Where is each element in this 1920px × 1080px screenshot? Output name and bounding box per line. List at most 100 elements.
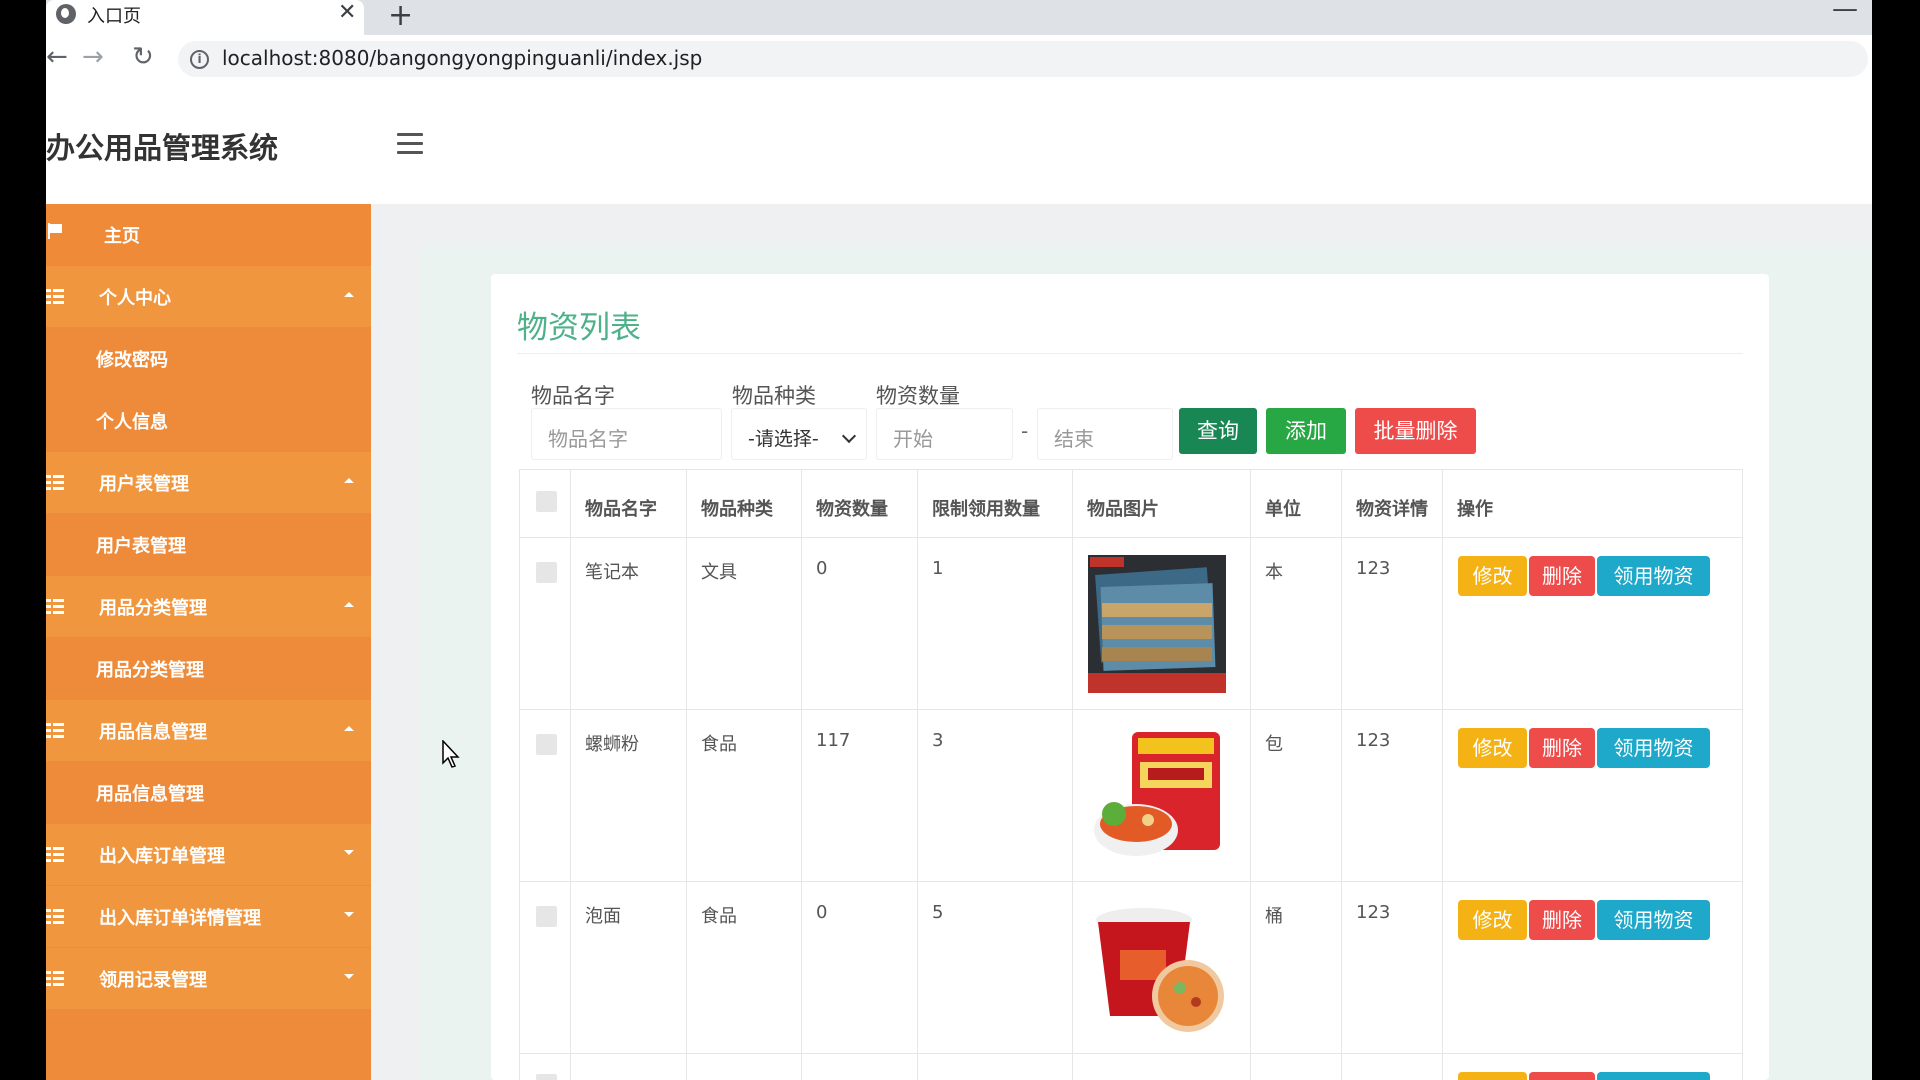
- batch-delete-button[interactable]: 批量删除: [1355, 408, 1476, 454]
- flag-icon: [48, 223, 62, 239]
- column-header: 物资详情: [1356, 499, 1428, 520]
- qty-filter-label: 物资数量: [876, 384, 960, 408]
- cell-name: 泡面: [585, 906, 621, 927]
- edit-button[interactable]: [1458, 1072, 1527, 1080]
- site-info-icon[interactable]: i: [190, 50, 209, 69]
- sidebar-item-home[interactable]: 主页: [46, 204, 371, 265]
- new-tab-button[interactable]: +: [388, 0, 413, 33]
- cell-unit: 本: [1265, 562, 1283, 583]
- range-dash: -: [1021, 419, 1029, 443]
- list-icon: [46, 909, 64, 924]
- caret-up-icon: [344, 602, 354, 607]
- sidebar-item-label: 出入库订单管理: [99, 846, 225, 867]
- sidebar-item-label: 个人中心: [99, 288, 171, 309]
- sidebar-item-personal-center[interactable]: 个人中心: [46, 266, 371, 327]
- list-icon: [46, 971, 64, 986]
- cell-detail: 123: [1356, 558, 1391, 579]
- name-filter-label: 物品名字: [531, 384, 615, 408]
- mouse-cursor-icon: [442, 740, 460, 768]
- cell-name: 笔记本: [585, 562, 639, 583]
- delete-button[interactable]: 删除: [1529, 556, 1595, 596]
- column-header: 物资数量: [816, 499, 888, 520]
- list-icon: [46, 475, 64, 490]
- name-search-input[interactable]: 物品名字: [531, 408, 722, 460]
- use-goods-button[interactable]: 领用物资: [1597, 900, 1710, 940]
- menu-toggle-icon[interactable]: [397, 133, 423, 155]
- sidebar-subitem-label: 用户表管理: [96, 536, 186, 557]
- address-bar[interactable]: i localhost:8080/bangongyongpinguanli/in…: [178, 41, 1868, 77]
- sidebar-item-use-records[interactable]: 领用记录管理: [46, 948, 371, 1009]
- sidebar: 主页 个人中心 修改密码 个人信息 用户表管理 用户表管理 用品分类管理 用品分…: [46, 204, 371, 1080]
- sidebar-item-stock-orders[interactable]: 出入库订单管理: [46, 824, 371, 885]
- select-all-checkbox[interactable]: [536, 491, 557, 512]
- sidebar-subitem-user-table[interactable]: 用户表管理: [46, 513, 371, 575]
- cell-qty: 117: [816, 730, 851, 751]
- sidebar-subitem-label: 用品信息管理: [96, 784, 204, 805]
- qty-end-input[interactable]: 结束: [1037, 408, 1173, 460]
- edit-button[interactable]: 修改: [1458, 556, 1527, 596]
- column-header: 限制领用数量: [932, 499, 1040, 520]
- sidebar-item-label: 用户表管理: [99, 474, 189, 495]
- sidebar-item-category[interactable]: 用品分类管理: [46, 576, 371, 637]
- list-icon: [46, 289, 64, 304]
- goods-table: 物品名字 物品种类 物资数量 限制领用数量 物品图片 单位 物资详情 操作 笔记…: [519, 469, 1743, 1080]
- delete-button[interactable]: 删除: [1529, 900, 1595, 940]
- edit-button[interactable]: 修改: [1458, 728, 1527, 768]
- caret-down-icon: [344, 912, 354, 917]
- use-goods-button[interactable]: 领用物资: [1597, 556, 1710, 596]
- back-icon[interactable]: ←: [46, 42, 68, 72]
- url-text[interactable]: localhost:8080/bangongyongpinguanli/inde…: [222, 46, 702, 70]
- forward-icon[interactable]: →: [82, 42, 104, 72]
- sidebar-subitem-change-password[interactable]: 修改密码: [46, 327, 371, 389]
- sidebar-subitem-category[interactable]: 用品分类管理: [46, 637, 371, 699]
- sidebar-subitem-label: 用品分类管理: [96, 660, 204, 681]
- sidebar-subitem-label: 修改密码: [96, 350, 168, 371]
- cell-type: 食品: [701, 734, 737, 755]
- close-tab-icon[interactable]: ✕: [338, 0, 356, 25]
- app-title: 办公用品管理系统: [46, 131, 279, 165]
- delete-button[interactable]: 删除: [1529, 728, 1595, 768]
- column-header: 物品种类: [701, 499, 773, 520]
- main-area: 物资列表 物品名字 物品种类 物资数量 物品名字 -请选择- 开始 - 结束 查…: [371, 204, 1872, 1080]
- use-goods-button[interactable]: [1597, 1072, 1710, 1080]
- edit-button[interactable]: 修改: [1458, 900, 1527, 940]
- delete-button[interactable]: [1529, 1072, 1595, 1080]
- sidebar-item-label: 用品信息管理: [99, 722, 207, 743]
- reload-icon[interactable]: ↻: [132, 42, 154, 72]
- type-select[interactable]: -请选择-: [731, 408, 867, 460]
- app-header: 办公用品管理系统: [46, 85, 1872, 204]
- row-checkbox[interactable]: [536, 562, 557, 583]
- column-header: 单位: [1265, 499, 1301, 520]
- caret-down-icon: [344, 850, 354, 855]
- sidebar-subitem-goods-info[interactable]: 用品信息管理: [46, 761, 371, 823]
- cell-unit: 桶: [1265, 906, 1283, 927]
- cell-type: 食品: [701, 906, 737, 927]
- sidebar-item-stock-order-details[interactable]: 出入库订单详情管理: [46, 886, 371, 947]
- noodle-pack-image: [1088, 726, 1226, 864]
- minimize-button[interactable]: —: [1832, 0, 1858, 24]
- add-button[interactable]: 添加: [1266, 408, 1346, 454]
- sidebar-item-label: 出入库订单详情管理: [99, 908, 261, 929]
- sidebar-item-user-table[interactable]: 用户表管理: [46, 452, 371, 513]
- caret-down-icon: [344, 974, 354, 979]
- column-header: 物品名字: [585, 499, 657, 520]
- cell-type: 文具: [701, 562, 737, 583]
- browser-toolbar: ← → ↻ i localhost:8080/bangongyongpingua…: [46, 35, 1872, 85]
- query-button[interactable]: 查询: [1179, 408, 1257, 454]
- cup-noodle-image: [1088, 898, 1226, 1036]
- sidebar-subitem-personal-info[interactable]: 个人信息: [46, 389, 371, 451]
- browser-tab[interactable]: 入口页 ✕: [46, 0, 364, 35]
- notebook-image: [1088, 555, 1226, 693]
- list-icon: [46, 599, 64, 614]
- column-header: 物品图片: [1087, 499, 1159, 520]
- globe-icon: [56, 4, 76, 24]
- list-icon: [46, 847, 64, 862]
- row-checkbox[interactable]: [536, 906, 557, 927]
- sidebar-item-label: 领用记录管理: [99, 970, 207, 991]
- row-checkbox[interactable]: [536, 734, 557, 755]
- sidebar-item-goods-info[interactable]: 用品信息管理: [46, 700, 371, 761]
- qty-start-input[interactable]: 开始: [876, 408, 1013, 460]
- browser-tab-bar: 入口页 ✕ + —: [46, 0, 1872, 35]
- row-checkbox[interactable]: [536, 1074, 557, 1080]
- use-goods-button[interactable]: 领用物资: [1597, 728, 1710, 768]
